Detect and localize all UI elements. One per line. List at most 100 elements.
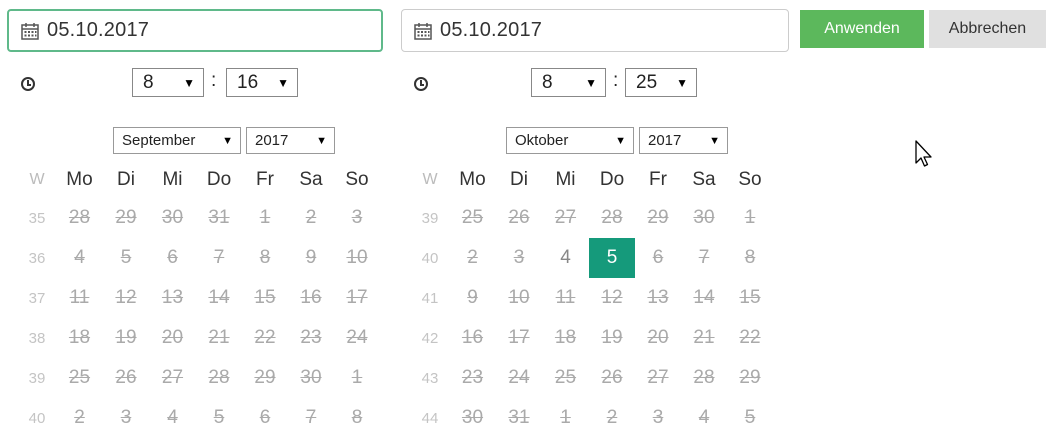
time-separator: : <box>613 70 619 91</box>
start-date-input[interactable]: 05.10.2017 <box>7 9 383 52</box>
disabled-day-cell: 19 <box>115 327 137 348</box>
disabled-day-cell: 31 <box>508 407 530 428</box>
dropdown-arrow-icon: ▼ <box>585 75 597 90</box>
end-date-input[interactable]: 05.10.2017 <box>401 9 789 52</box>
end-date-value: 05.10.2017 <box>440 19 543 41</box>
weekday-header: Di <box>117 169 135 190</box>
disabled-day-cell: 21 <box>693 327 715 348</box>
day-cell[interactable]: 4 <box>542 238 589 278</box>
weekday-header: Do <box>599 169 625 190</box>
disabled-day-cell: 15 <box>254 287 276 308</box>
dropdown-arrow-icon: ▼ <box>316 134 327 147</box>
weekday-header: So <box>738 169 762 190</box>
end-year-value: 2017 <box>648 132 682 149</box>
clock-icon <box>414 77 428 91</box>
start-minute-value: 16 <box>237 71 259 93</box>
apply-button[interactable]: Anwenden <box>800 10 924 48</box>
week-number: 44 <box>421 409 439 427</box>
calendar-week-row: 44 30 31 1 2 3 4 5 <box>411 398 773 438</box>
start-hour-select[interactable]: 8 ▼ <box>132 68 204 97</box>
disabled-day-cell: 11 <box>555 287 576 308</box>
weekday-header-row: W Mo Di Mi Do Fr Sa So <box>18 162 380 198</box>
start-minute-select[interactable]: 16 ▼ <box>226 68 298 97</box>
disabled-day-cell: 28 <box>68 207 91 228</box>
selected-day-cell[interactable]: 5 <box>589 238 635 278</box>
week-number: 36 <box>28 249 46 267</box>
weekday-header: Mi <box>162 169 183 190</box>
dropdown-arrow-icon: ▼ <box>676 75 688 90</box>
disabled-day-cell: 15 <box>739 287 761 308</box>
weekday-header: Mi <box>555 169 576 190</box>
disabled-day-cell: 8 <box>744 247 756 268</box>
disabled-day-cell: 26 <box>115 367 137 388</box>
calendar-week-row: 36 4 5 6 7 8 9 10 <box>18 238 380 278</box>
disabled-day-cell: 4 <box>167 407 178 428</box>
disabled-day-cell: 25 <box>461 207 484 228</box>
disabled-day-cell: 11 <box>69 287 90 308</box>
calendar-week-row: 40 2 3 4 5 6 7 8 <box>18 398 380 438</box>
disabled-day-cell: 9 <box>305 247 317 268</box>
week-number: 39 <box>28 369 46 387</box>
disabled-day-cell: 3 <box>351 207 363 228</box>
disabled-day-cell: 22 <box>739 327 761 348</box>
disabled-day-cell: 17 <box>508 327 530 348</box>
end-hour-value: 8 <box>542 71 553 93</box>
disabled-day-cell: 5 <box>744 407 756 428</box>
dropdown-arrow-icon: ▼ <box>183 75 195 90</box>
start-month-value: September <box>122 132 196 149</box>
week-number: 43 <box>421 369 439 387</box>
calendar-week-row: 42 16 17 18 19 20 21 22 <box>411 318 773 358</box>
disabled-day-cell: 9 <box>467 287 478 308</box>
disabled-day-cell: 29 <box>647 207 669 228</box>
weekday-header: Mo <box>459 169 486 190</box>
week-number: 37 <box>28 289 46 307</box>
disabled-day-cell: 14 <box>208 287 230 308</box>
end-minute-select[interactable]: 25 ▼ <box>625 68 697 97</box>
week-number: 35 <box>28 209 46 227</box>
disabled-day-cell: 25 <box>68 367 91 388</box>
calendar-week-row: 41 9 10 11 12 13 14 15 <box>411 278 773 318</box>
disabled-day-cell: 19 <box>601 327 623 348</box>
disabled-day-cell: 1 <box>560 407 571 428</box>
end-month-select[interactable]: Oktober ▼ <box>506 127 634 154</box>
disabled-day-cell: 18 <box>554 327 577 348</box>
disabled-day-cell: 31 <box>208 207 230 228</box>
disabled-day-cell: 26 <box>601 367 623 388</box>
disabled-day-cell: 10 <box>346 247 368 268</box>
weekday-header: Sa <box>299 169 323 190</box>
calendar-week-row: 35 28 29 30 31 1 2 3 <box>18 198 380 238</box>
cancel-button[interactable]: Abbrechen <box>929 10 1046 48</box>
start-year-select[interactable]: 2017 ▼ <box>246 127 335 154</box>
disabled-day-cell: 4 <box>74 247 85 268</box>
calendar-september: W Mo Di Mi Do Fr Sa So 35 28 29 30 31 1 2 3 36 4 5 6 7 8 9 10 37… <box>18 162 380 438</box>
calendar-week-row: 39 25 26 27 28 29 30 1 <box>18 358 380 398</box>
calendar-week-row: 38 18 19 20 21 22 23 24 <box>18 318 380 358</box>
weekday-header: Sa <box>692 169 716 190</box>
week-number: 40 <box>421 249 439 267</box>
end-year-select[interactable]: 2017 ▼ <box>639 127 728 154</box>
dropdown-arrow-icon: ▼ <box>615 134 626 147</box>
disabled-day-cell: 8 <box>351 407 363 428</box>
week-number-header: W <box>422 171 438 188</box>
calendar-week-row: 39 25 26 27 28 29 30 1 <box>411 198 773 238</box>
week-number: 41 <box>421 289 439 307</box>
disabled-day-cell: 7 <box>213 247 225 268</box>
end-hour-select[interactable]: 8 ▼ <box>531 68 606 97</box>
disabled-day-cell: 1 <box>744 207 756 228</box>
calendar-week-row: 40 2 3 4 5 6 7 8 <box>411 238 773 278</box>
disabled-day-cell: 8 <box>259 247 271 268</box>
disabled-day-cell: 29 <box>115 207 137 228</box>
disabled-day-cell: 1 <box>259 207 271 228</box>
weekday-header: Mo <box>66 169 93 190</box>
week-number: 42 <box>421 329 439 347</box>
end-month-value: Oktober <box>515 132 569 149</box>
disabled-day-cell: 28 <box>601 207 623 228</box>
disabled-day-cell: 13 <box>161 287 184 308</box>
dropdown-arrow-icon: ▼ <box>709 134 720 147</box>
time-separator: : <box>211 70 217 91</box>
weekday-header: Fr <box>256 169 274 190</box>
disabled-day-cell: 30 <box>461 407 484 428</box>
mouse-pointer-icon <box>915 140 932 167</box>
start-month-select[interactable]: September ▼ <box>113 127 241 154</box>
disabled-day-cell: 30 <box>161 207 184 228</box>
